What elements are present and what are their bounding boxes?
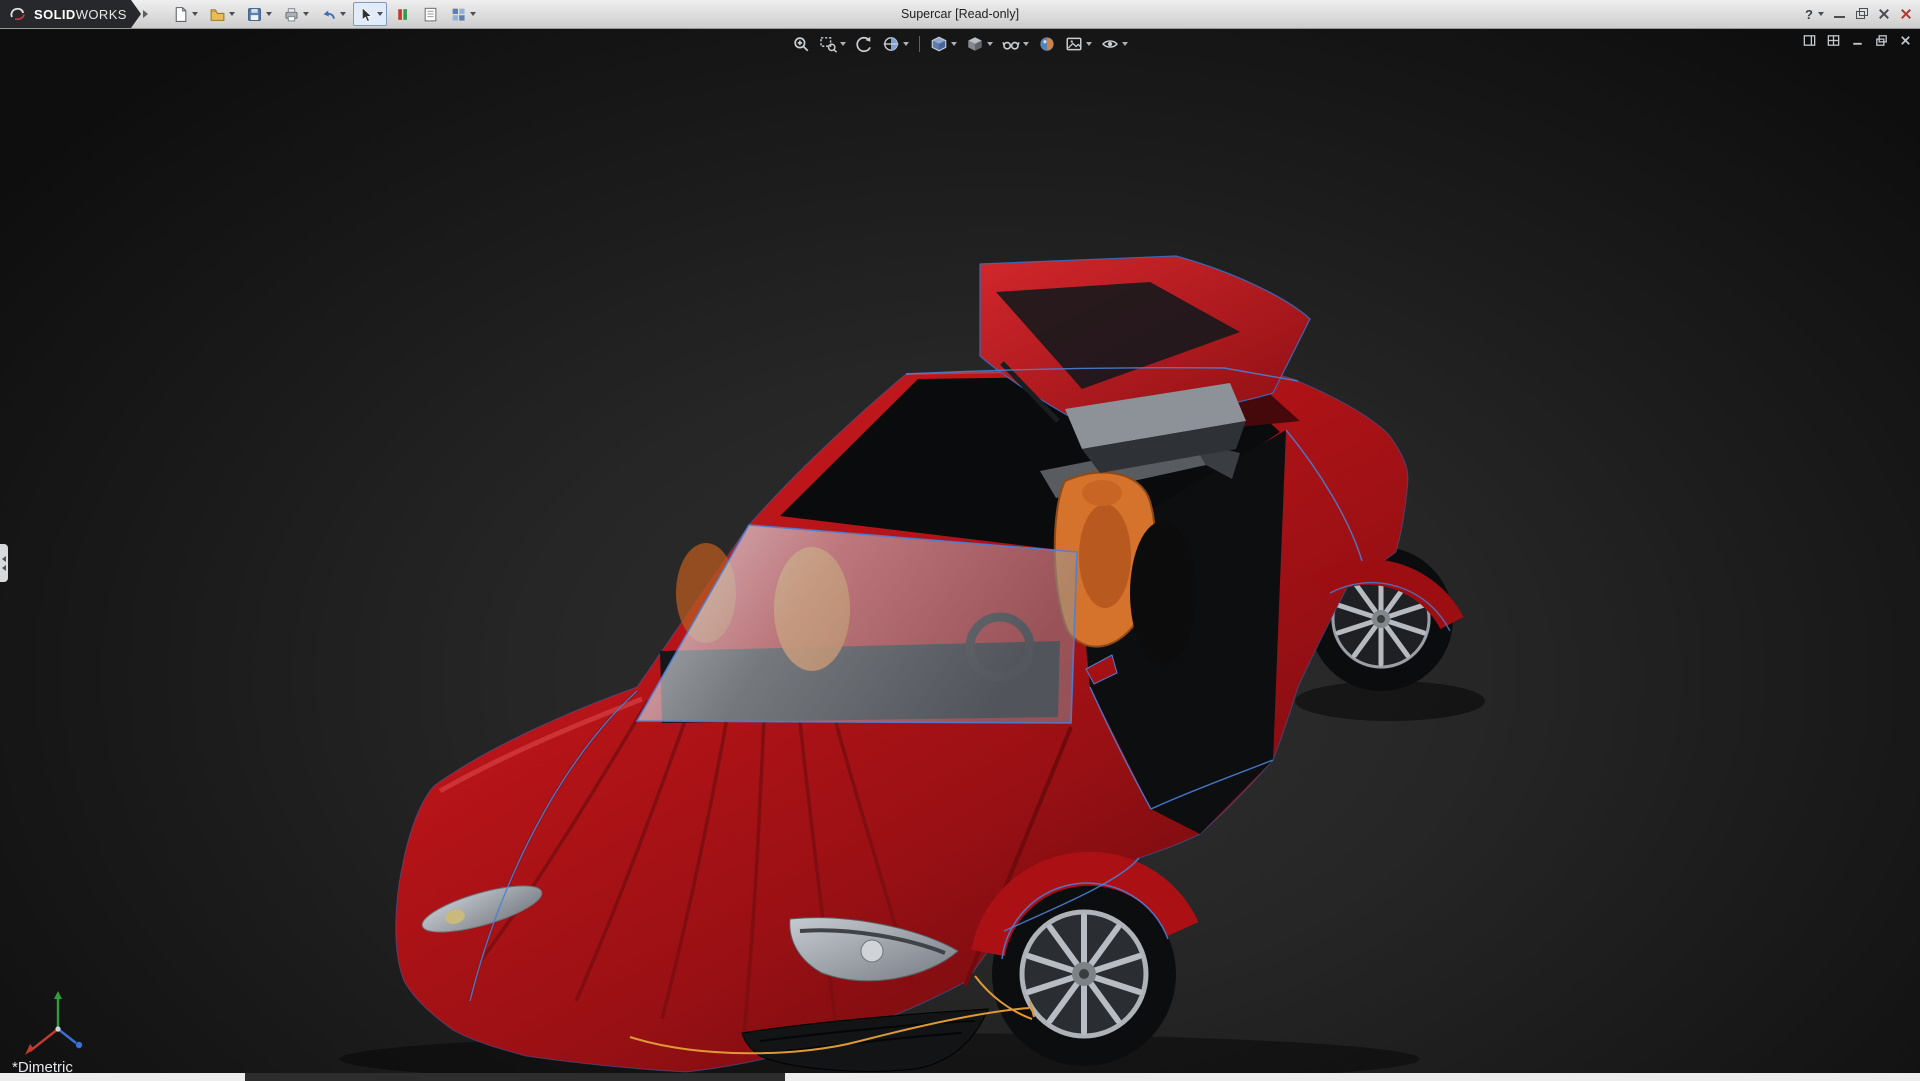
glasses-icon bbox=[1002, 41, 1020, 50]
close-icon bbox=[1901, 36, 1910, 45]
doc-restore-button[interactable] bbox=[1874, 33, 1889, 48]
viewport-pane-split-button[interactable] bbox=[1826, 33, 1841, 48]
pane-single-icon bbox=[1803, 35, 1816, 46]
apply-scene-button[interactable] bbox=[1064, 34, 1093, 54]
previous-view-arrow-icon bbox=[856, 36, 871, 53]
zoom-to-area-button[interactable] bbox=[818, 34, 847, 54]
open-folder-icon bbox=[210, 8, 225, 21]
brand-wordmark: SOLIDWORKS bbox=[34, 6, 127, 22]
close-button[interactable] bbox=[1877, 8, 1890, 20]
heads-up-toolbar bbox=[791, 34, 1129, 54]
undo-arrow-icon bbox=[323, 10, 335, 19]
menu-expand-chevron[interactable] bbox=[142, 10, 148, 18]
document-window-controls bbox=[1802, 33, 1913, 48]
print-button[interactable] bbox=[279, 2, 313, 26]
solidworks-window: SOLIDWORKS Supercar [Read-only] ? *Dimet… bbox=[0, 0, 1920, 1081]
minimize-icon bbox=[1853, 42, 1862, 45]
eye-icon bbox=[1102, 40, 1118, 48]
graphics-viewport[interactable]: *Dimetric bbox=[0, 29, 1920, 1073]
rebuild-bars-icon bbox=[398, 8, 407, 20]
doc-minimize-button[interactable] bbox=[1850, 33, 1865, 48]
cursor-arrow-icon bbox=[361, 6, 373, 22]
select-tool-button[interactable] bbox=[352, 2, 387, 26]
minimize-button[interactable] bbox=[1833, 8, 1846, 20]
previous-view-button[interactable] bbox=[854, 34, 874, 54]
title-bar: SOLIDWORKS Supercar [Read-only] ? bbox=[0, 0, 1920, 29]
help-label: ? bbox=[1805, 6, 1813, 22]
open-document-button[interactable] bbox=[205, 2, 239, 26]
display-style-button[interactable] bbox=[965, 34, 994, 54]
orientation-triad[interactable] bbox=[18, 987, 98, 1065]
save-button[interactable] bbox=[242, 2, 276, 26]
printer-icon bbox=[285, 7, 298, 21]
3ds-logo-icon bbox=[10, 7, 25, 21]
view-cube-icon bbox=[931, 36, 947, 52]
collapse-arrow-icon bbox=[2, 555, 6, 562]
view-orientation-label: *Dimetric bbox=[12, 1059, 73, 1073]
options-button[interactable] bbox=[446, 2, 480, 26]
toolbar-separator bbox=[919, 36, 920, 52]
quick-access-toolbar bbox=[168, 2, 480, 26]
collapse-arrow-icon bbox=[2, 564, 6, 571]
appearance-ball-icon bbox=[1040, 37, 1054, 51]
solidworks-logo[interactable]: SOLIDWORKS bbox=[0, 0, 131, 28]
new-page-icon bbox=[175, 6, 187, 22]
edit-appearance-button[interactable] bbox=[1037, 34, 1057, 54]
restore-button[interactable] bbox=[1855, 8, 1868, 20]
doc-close-button[interactable] bbox=[1898, 33, 1913, 48]
view-orientation-button[interactable] bbox=[929, 34, 958, 54]
new-document-button[interactable] bbox=[168, 2, 202, 26]
zoom-area-icon bbox=[820, 37, 837, 53]
options-grid-icon bbox=[452, 8, 465, 21]
restore-icon bbox=[1876, 35, 1887, 46]
view-settings-button[interactable] bbox=[1100, 34, 1129, 54]
properties-sheet-icon bbox=[424, 7, 437, 21]
panel-splitter-handle[interactable] bbox=[0, 544, 8, 582]
supercar-model[interactable] bbox=[0, 29, 1920, 1073]
section-view-button[interactable] bbox=[881, 34, 910, 54]
magnifier-icon bbox=[794, 37, 809, 52]
logo-point bbox=[130, 0, 141, 28]
viewport-pane-single-button[interactable] bbox=[1802, 33, 1817, 48]
help-button[interactable]: ? bbox=[1805, 7, 1824, 22]
section-sphere-icon bbox=[883, 37, 899, 51]
rebuild-button[interactable] bbox=[390, 2, 415, 26]
undo-button[interactable] bbox=[316, 2, 350, 26]
hide-show-items-button[interactable] bbox=[1001, 34, 1030, 54]
shaded-cube-icon bbox=[968, 37, 982, 51]
save-floppy-icon bbox=[247, 7, 261, 21]
scene-picture-icon bbox=[1066, 37, 1082, 51]
file-properties-button[interactable] bbox=[418, 2, 443, 26]
window-controls: ? bbox=[1805, 7, 1920, 22]
document-title: Supercar [Read-only] bbox=[900, 7, 1020, 21]
pane-split-icon bbox=[1827, 35, 1840, 46]
app-close-button[interactable] bbox=[1899, 8, 1912, 20]
zoom-to-fit-button[interactable] bbox=[791, 34, 811, 54]
